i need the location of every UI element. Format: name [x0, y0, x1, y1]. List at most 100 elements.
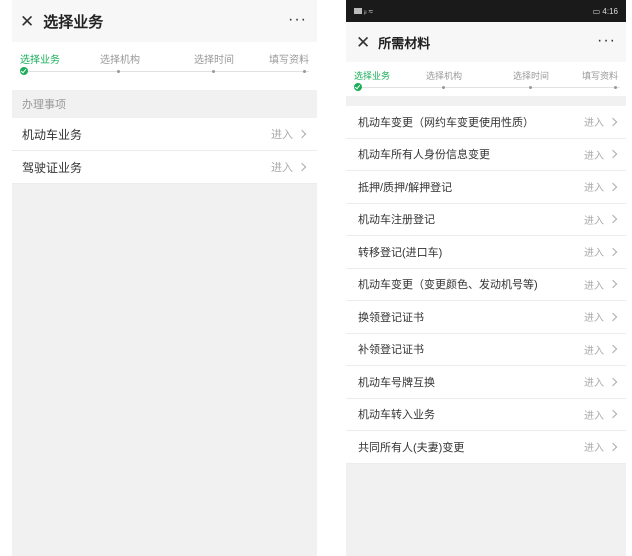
- list-item[interactable]: 转移登记(进口车) 进入: [346, 236, 626, 269]
- step-select-business: 选择业务: [20, 55, 60, 66]
- list-item-label: 机动车所有人身份信息变更: [358, 149, 490, 162]
- list-item[interactable]: 机动车变更（网约车变更使用性质） 进入: [346, 106, 626, 139]
- page-title: 所需材料: [378, 35, 431, 51]
- step-fill-info: 填写资料: [582, 71, 619, 81]
- step-indicator: 选择业务 选择机构 选择时间 填写资料: [12, 42, 317, 90]
- enter-label: 进入: [584, 118, 604, 130]
- enter-label: 进入: [271, 129, 293, 141]
- title-bar: ✕ 选择业务 ···: [12, 0, 317, 42]
- list-item-label: 机动车号牌互换: [358, 376, 435, 389]
- enter-label: 进入: [271, 162, 293, 174]
- chevron-right-icon: [297, 162, 307, 172]
- list-item[interactable]: 共同所有人(夫妻)变更 进入: [346, 431, 626, 464]
- step-select-time: 选择时间: [194, 55, 234, 66]
- list-item[interactable]: 机动车号牌互换 进入: [346, 366, 626, 399]
- close-icon[interactable]: ✕: [356, 34, 370, 51]
- list-item[interactable]: 机动车转入业务 进入: [346, 399, 626, 431]
- enter-label: 进入: [584, 313, 604, 325]
- enter-label: 进入: [584, 378, 604, 390]
- step-dot: [212, 70, 215, 73]
- step-select-time: 选择时间: [513, 71, 550, 81]
- step-dot: [303, 70, 306, 73]
- enter-label: 进入: [584, 150, 604, 162]
- list-item-label: 机动车注册登记: [358, 214, 435, 227]
- chevron-right-icon: [297, 129, 307, 139]
- list-item-label: 机动车变更（网约车变更使用性质）: [358, 116, 534, 129]
- enter-link[interactable]: 进入: [271, 126, 307, 142]
- step-select-agency: 选择机构: [100, 55, 140, 66]
- list-item[interactable]: 机动车所有人身份信息变更 进入: [346, 139, 626, 171]
- list-item-label: 换领登记证书: [358, 311, 424, 324]
- list-item[interactable]: 机动车业务 进入: [12, 118, 317, 151]
- enter-link[interactable]: 进入: [584, 277, 618, 292]
- enter-link[interactable]: 进入: [584, 147, 618, 162]
- step-dot: [442, 86, 445, 89]
- clock: 4:16: [602, 6, 618, 16]
- more-icon[interactable]: ···: [288, 11, 307, 29]
- left-screen: ✕ 选择业务 ··· 选择业务 选择机构 选择时间 填写资料 办理事项 机动车业…: [12, 0, 317, 556]
- section-header: 办理事项: [12, 90, 317, 118]
- enter-label: 进入: [584, 248, 604, 260]
- step-dot: [614, 86, 617, 89]
- chevron-right-icon: [608, 182, 618, 191]
- check-icon: [354, 83, 362, 91]
- status-icons: ᵢₗ ≈: [354, 7, 373, 16]
- enter-link[interactable]: 进入: [584, 212, 618, 227]
- list-item[interactable]: 抵押/质押/解押登记 进入: [346, 171, 626, 204]
- step-indicator: 选择业务 选择机构 选择时间 填写资料: [346, 62, 626, 96]
- list-item[interactable]: 机动车变更（变更颜色、发动机号等) 进入: [346, 269, 626, 301]
- chevron-right-icon: [608, 312, 618, 321]
- list-item[interactable]: 驾驶证业务 进入: [12, 151, 317, 184]
- more-icon[interactable]: ···: [597, 32, 616, 50]
- enter-link[interactable]: 进入: [584, 309, 618, 325]
- message-icon: [354, 8, 362, 14]
- step-dot: [117, 70, 120, 73]
- step-select-agency: 选择机构: [426, 71, 463, 81]
- business-list: 机动车业务 进入 驾驶证业务 进入: [12, 118, 317, 184]
- list-item-label: 共同所有人(夫妻)变更: [358, 441, 465, 454]
- chevron-right-icon: [608, 410, 618, 419]
- enter-label: 进入: [584, 183, 604, 195]
- progress-line: [26, 71, 309, 72]
- list-item-label: 机动车转入业务: [358, 409, 435, 422]
- list-item[interactable]: 补领登记证书 进入: [346, 334, 626, 366]
- enter-link[interactable]: 进入: [584, 439, 618, 455]
- chevron-right-icon: [608, 215, 618, 224]
- enter-link[interactable]: 进入: [584, 407, 618, 422]
- enter-link[interactable]: 进入: [584, 114, 618, 130]
- wifi-icon: ≈: [368, 6, 373, 16]
- chevron-right-icon: [608, 150, 618, 159]
- enter-link[interactable]: 进入: [584, 179, 618, 195]
- enter-link[interactable]: 进入: [584, 342, 618, 357]
- list-item-label: 机动车业务: [22, 127, 83, 142]
- list-item-label: 机动车变更（变更颜色、发动机号等): [358, 279, 538, 292]
- list-item-label: 补领登记证书: [358, 344, 424, 357]
- signal-icon: ᵢₗ: [364, 6, 367, 16]
- list-item[interactable]: 机动车注册登记 进入: [346, 204, 626, 236]
- page-title: 选择业务: [43, 13, 104, 31]
- step-select-business: 选择业务: [354, 71, 391, 81]
- list-item[interactable]: 换领登记证书 进入: [346, 301, 626, 334]
- right-screen: ᵢₗ ≈ ▭ 4:16 ✕ 所需材料 ··· 选择业务 选择机构 选择时间 填写…: [346, 0, 626, 556]
- status-bar: ᵢₗ ≈ ▭ 4:16: [346, 0, 626, 22]
- step-fill-info: 填写资料: [269, 55, 309, 66]
- chevron-right-icon: [608, 247, 618, 256]
- materials-list: 机动车变更（网约车变更使用性质） 进入 机动车所有人身份信息变更 进入 抵押/质押/解押…: [346, 106, 626, 464]
- enter-label: 进入: [584, 410, 604, 422]
- enter-link[interactable]: 进入: [271, 159, 307, 175]
- close-icon[interactable]: ✕: [20, 13, 34, 30]
- chevron-right-icon: [608, 280, 618, 289]
- list-item-label: 转移登记(进口车): [358, 246, 443, 259]
- status-right: ▭ 4:16: [593, 7, 618, 16]
- enter-link[interactable]: 进入: [584, 244, 618, 260]
- chevron-right-icon: [608, 345, 618, 354]
- step-dot: [529, 86, 532, 89]
- list-item-label: 抵押/质押/解押登记: [358, 181, 453, 194]
- chevron-right-icon: [608, 117, 618, 126]
- chevron-right-icon: [608, 442, 618, 451]
- enter-label: 进入: [584, 280, 604, 292]
- enter-link[interactable]: 进入: [584, 374, 618, 390]
- enter-label: 进入: [584, 443, 604, 455]
- check-icon: [20, 67, 28, 75]
